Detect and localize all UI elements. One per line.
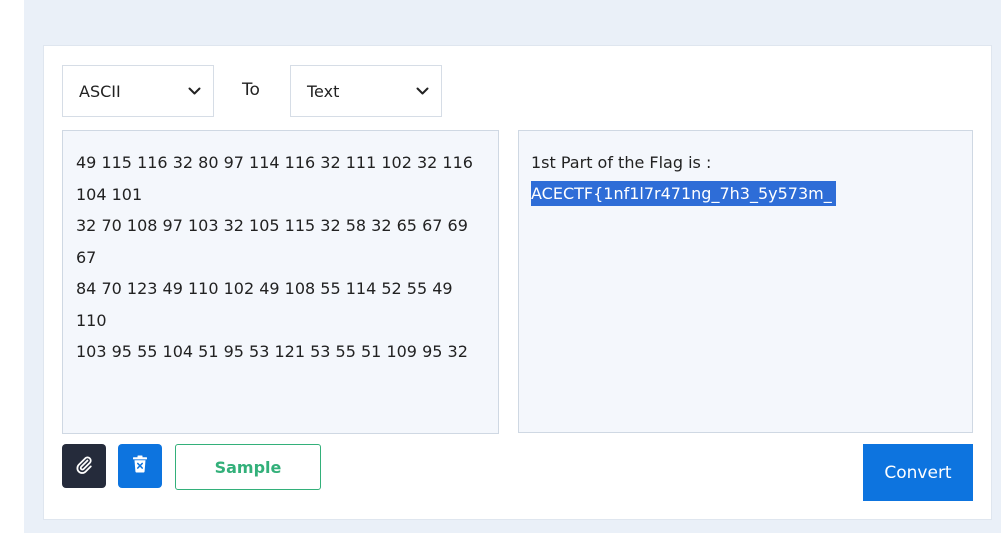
to-format-select[interactable]: Text — [290, 65, 442, 117]
trash-icon — [132, 455, 148, 477]
paperclip-icon — [74, 454, 94, 478]
sample-button[interactable]: Sample — [175, 444, 321, 490]
input-line: 49 115 116 32 80 97 114 116 32 111 102 3… — [76, 153, 473, 204]
input-line: 84 70 123 49 110 102 49 108 55 114 52 55… — [76, 279, 453, 330]
to-label: To — [242, 80, 260, 100]
input-line: 103 95 55 104 51 95 53 121 53 55 51 109 … — [76, 342, 468, 361]
input-line: 32 70 108 97 103 32 105 115 32 58 32 65 … — [76, 216, 468, 267]
selected-output-text: ACECTF{1nf1l7r471ng_7h3_5y573m_ — [531, 181, 836, 206]
clear-input-button[interactable] — [118, 444, 162, 488]
attach-file-button[interactable] — [62, 444, 106, 488]
from-format-value: ASCII — [79, 81, 121, 101]
chevron-down-icon — [187, 84, 201, 98]
convert-button[interactable]: Convert — [863, 444, 973, 501]
output-textarea[interactable]: 1st Part of the Flag is : ACECTF{1nf1l7r… — [518, 130, 973, 433]
to-format-value: Text — [307, 81, 340, 101]
output-line: 1st Part of the Flag is : — [531, 153, 712, 172]
from-format-select[interactable]: ASCII — [62, 65, 214, 117]
input-textarea[interactable]: 49 115 116 32 80 97 114 116 32 111 102 3… — [62, 130, 499, 434]
chevron-down-icon — [415, 84, 429, 98]
